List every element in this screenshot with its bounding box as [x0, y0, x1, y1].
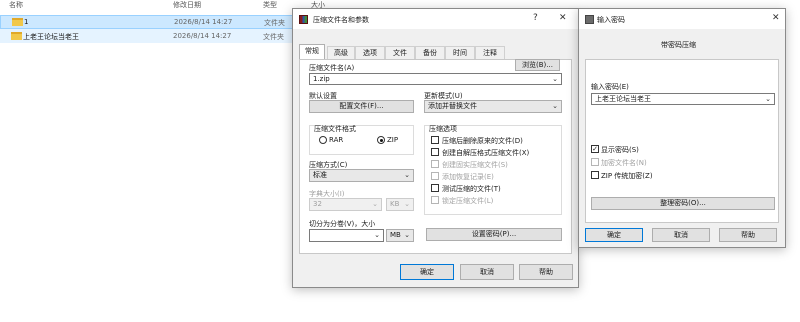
show-password-label: 显示密码(S) [601, 146, 639, 154]
dictionary-unit: KB [390, 200, 400, 208]
rar-label: RAR [329, 136, 344, 144]
profiles-button[interactable]: 配置文件(F)... [309, 100, 414, 113]
checkbox-solid [431, 160, 439, 168]
close-icon[interactable]: ✕ [772, 13, 780, 23]
checkbox-lock [431, 196, 439, 204]
tab-backup[interactable]: 备份 [415, 46, 445, 59]
checkbox-test[interactable] [431, 184, 439, 192]
close-icon[interactable]: ✕ [559, 13, 567, 23]
method-select[interactable]: 标准 ⌄ [309, 169, 414, 182]
column-header-modified[interactable]: 修改日期 [173, 0, 201, 10]
zip-legacy-label: ZIP 传统加密(Z) [601, 172, 653, 180]
help-icon[interactable]: ? [533, 13, 538, 23]
checkbox-zip-legacy[interactable] [591, 171, 599, 179]
option-label: 测试压缩的文件(T) [442, 185, 501, 193]
browse-button[interactable]: 浏览(B)... [515, 59, 560, 71]
chevron-down-icon: ⌄ [552, 102, 558, 110]
option-label: 添加恢复记录(E) [442, 173, 494, 181]
winrar-icon [299, 15, 308, 24]
chevron-down-icon: ⌄ [404, 231, 410, 239]
password-value: 上老王论坛当老王 [595, 95, 651, 103]
radio-rar[interactable] [319, 136, 327, 144]
list-item[interactable]: 上老王论坛当老王 2026/8/14 14:27 文件夹 [0, 29, 294, 43]
chevron-down-icon: ⌄ [404, 171, 410, 179]
checkbox-sfx[interactable] [431, 148, 439, 156]
tab-time[interactable]: 时间 [445, 46, 475, 59]
folder-icon [12, 18, 23, 26]
dialog-header: 带密码压缩 [661, 41, 696, 49]
cancel-button[interactable]: 取消 [460, 264, 514, 280]
split-size-field[interactable]: ⌄ [309, 229, 384, 242]
tab-comment[interactable]: 注释 [475, 46, 505, 59]
chevron-down-icon: ⌄ [372, 200, 378, 208]
password-field[interactable]: 上老王论坛当老王 ⌄ [591, 93, 775, 105]
file-name: 1 [24, 18, 29, 26]
file-name: 上老王论坛当老王 [23, 33, 79, 41]
key-icon [585, 15, 594, 24]
enter-password-label: 输入密码(E) [591, 83, 629, 91]
tab-files[interactable]: 文件 [385, 46, 415, 59]
radio-zip[interactable] [377, 136, 385, 144]
chevron-down-icon: ⌄ [404, 200, 410, 208]
option-label: 创建固实压缩文件(S) [442, 161, 508, 169]
update-mode-select[interactable]: 添加并替换文件 ⌄ [424, 100, 562, 113]
tab-advanced[interactable]: 高级 [327, 46, 355, 59]
chevron-down-icon[interactable]: ⌄ [765, 94, 771, 105]
dialog-title: 输入密码 [597, 16, 625, 24]
help-button[interactable]: 帮助 [719, 228, 777, 242]
method-value: 标准 [313, 171, 327, 179]
option-label: 创建自解压格式压缩文件(X) [442, 149, 530, 157]
column-header-type[interactable]: 类型 [263, 0, 277, 10]
organize-passwords-button[interactable]: 整理密码(O)... [591, 197, 775, 210]
format-group-label: 压缩文件格式 [314, 125, 356, 133]
split-unit: MB [390, 231, 401, 239]
dictionary-unit-select: KB ⌄ [386, 198, 414, 211]
split-unit-select[interactable]: MB ⌄ [386, 229, 414, 242]
archive-name-value: 1.zip [313, 75, 330, 83]
checkbox-recovery [431, 172, 439, 180]
options-group-label: 压缩选项 [429, 125, 457, 133]
zip-label: ZIP [387, 136, 399, 144]
folder-icon [11, 32, 22, 40]
dictionary-select: 32 ⌄ [309, 198, 382, 211]
chevron-down-icon[interactable]: ⌄ [552, 74, 558, 85]
file-type: 文件夹 [263, 33, 284, 41]
encrypt-names-label: 加密文件名(N) [601, 159, 647, 167]
title-bar[interactable]: 压缩文件名和参数 ? ✕ [293, 9, 578, 29]
help-button[interactable]: 帮助 [519, 264, 573, 280]
password-dialog: 输入密码 ✕ 带密码压缩 输入密码(E) 上老王论坛当老王 ⌄ ✓ 显示密码(S… [578, 8, 786, 248]
dialog-title: 压缩文件名和参数 [313, 16, 369, 24]
tab-options[interactable]: 选项 [355, 46, 385, 59]
list-item[interactable]: 1 2026/8/14 14:27 文件夹 [0, 15, 294, 29]
title-bar[interactable]: 输入密码 ✕ [579, 9, 785, 29]
option-label: 压缩后删除原来的文件(D) [442, 137, 523, 145]
ok-button[interactable]: 确定 [400, 264, 454, 280]
archive-dialog: 压缩文件名和参数 ? ✕ 常规 高级 选项 文件 备份 时间 注释 压缩文件名(… [292, 8, 579, 288]
ok-button[interactable]: 确定 [585, 228, 643, 242]
split-label: 切分为分卷(V)，大小 [309, 220, 376, 228]
file-date: 2026/8/14 14:27 [174, 18, 233, 26]
cancel-button[interactable]: 取消 [652, 228, 710, 242]
checkbox-delete-after[interactable] [431, 136, 439, 144]
archive-name-label: 压缩文件名(A) [309, 64, 355, 72]
column-header-name[interactable]: 名称 [9, 0, 23, 10]
option-label: 锁定压缩文件(L) [442, 197, 494, 205]
file-date: 2026/8/14 14:27 [173, 32, 232, 40]
chevron-down-icon[interactable]: ⌄ [374, 230, 380, 241]
file-type: 文件夹 [264, 19, 285, 27]
dictionary-value: 32 [313, 200, 322, 208]
checkbox-show-password[interactable]: ✓ [591, 145, 599, 153]
checkbox-encrypt-names [591, 158, 599, 166]
update-mode-value: 添加并替换文件 [428, 102, 477, 110]
archive-name-field[interactable]: 1.zip ⌄ [309, 73, 562, 85]
set-password-button[interactable]: 设置密码(P)... [426, 228, 562, 241]
tab-general[interactable]: 常规 [299, 44, 325, 60]
